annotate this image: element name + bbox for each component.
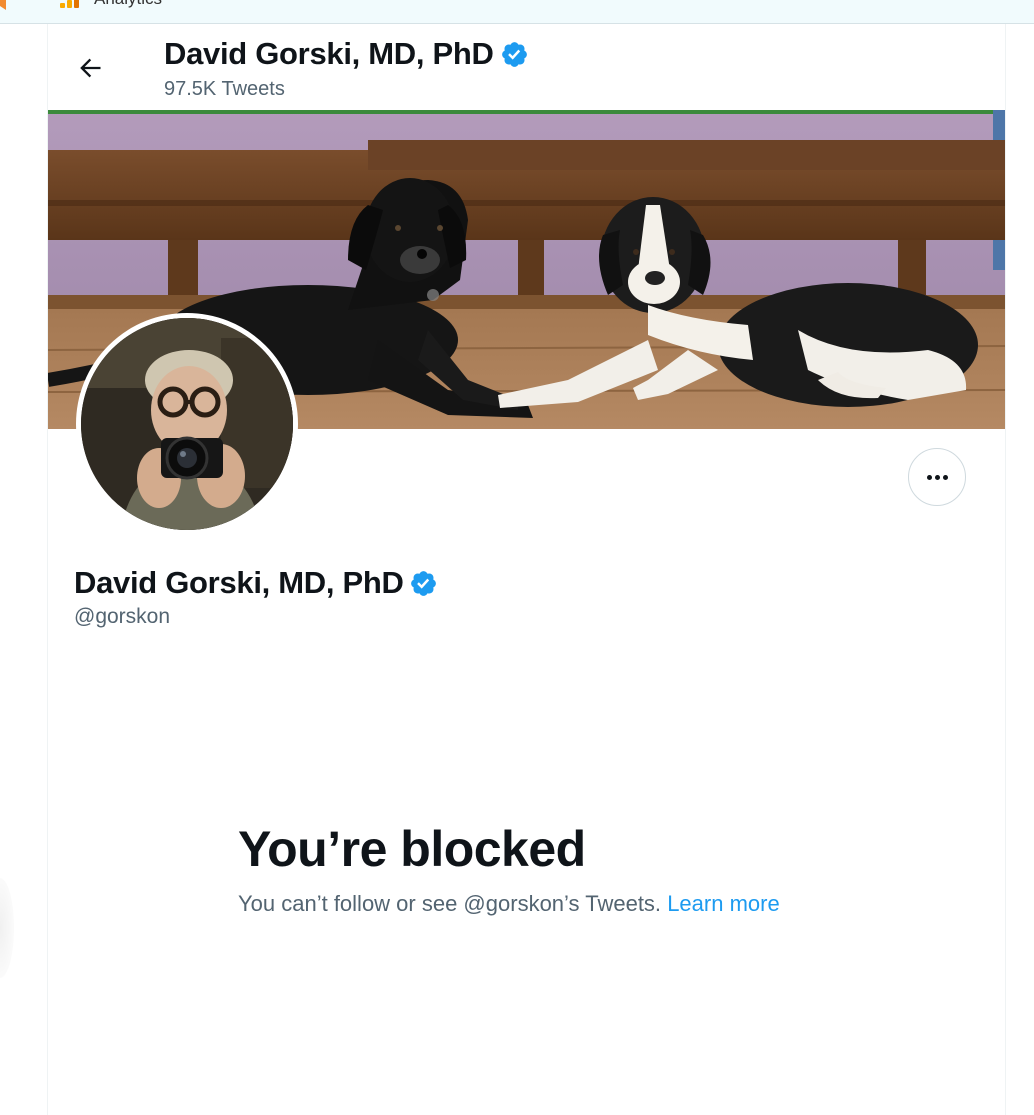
profile-column: David Gorski, MD, PhD 97.5K Tweets David… (47, 24, 1006, 1115)
blocked-title: You’re blocked (238, 821, 586, 877)
blocked-notice: You’re blocked You can’t follow or see @… (238, 820, 798, 920)
profile-handle: @gorskon (74, 605, 171, 628)
bookmark-separator: · (24, 0, 29, 6)
avatar-image (81, 318, 293, 530)
blocked-message-container: You can’t follow or see @gorskon’s Tweet… (238, 888, 798, 920)
more-options-button[interactable] (908, 448, 966, 506)
profile-header: David Gorski, MD, PhD 97.5K Tweets (48, 24, 1005, 110)
header-display-name: David Gorski, MD, PhD (164, 36, 494, 71)
bookmark-analytics-link[interactable]: Analytics (94, 0, 162, 9)
analytics-bars-icon[interactable] (60, 0, 82, 8)
learn-more-link[interactable]: Learn more (667, 891, 780, 916)
blocked-message: You can’t follow or see @gorskon’s Tweet… (238, 891, 662, 916)
back-button[interactable] (68, 46, 112, 90)
verified-badge-icon[interactable] (409, 569, 438, 598)
bookmarks-bar: · Analytics (0, 0, 1034, 24)
bookmark-arrow-icon[interactable] (0, 0, 6, 10)
verified-badge-icon (501, 41, 527, 67)
profile-name-row: David Gorski, MD, PhD (74, 564, 438, 602)
arrow-left-icon (80, 58, 101, 78)
profile-avatar[interactable] (76, 313, 298, 535)
header-tweet-count: 97.5K Tweets (164, 78, 285, 100)
profile-display-name: David Gorski, MD, PhD (74, 565, 404, 600)
more-horizontal-icon (926, 474, 948, 480)
page-edge-shadow (0, 878, 14, 978)
header-title-row: David Gorski, MD, PhD (164, 36, 529, 72)
